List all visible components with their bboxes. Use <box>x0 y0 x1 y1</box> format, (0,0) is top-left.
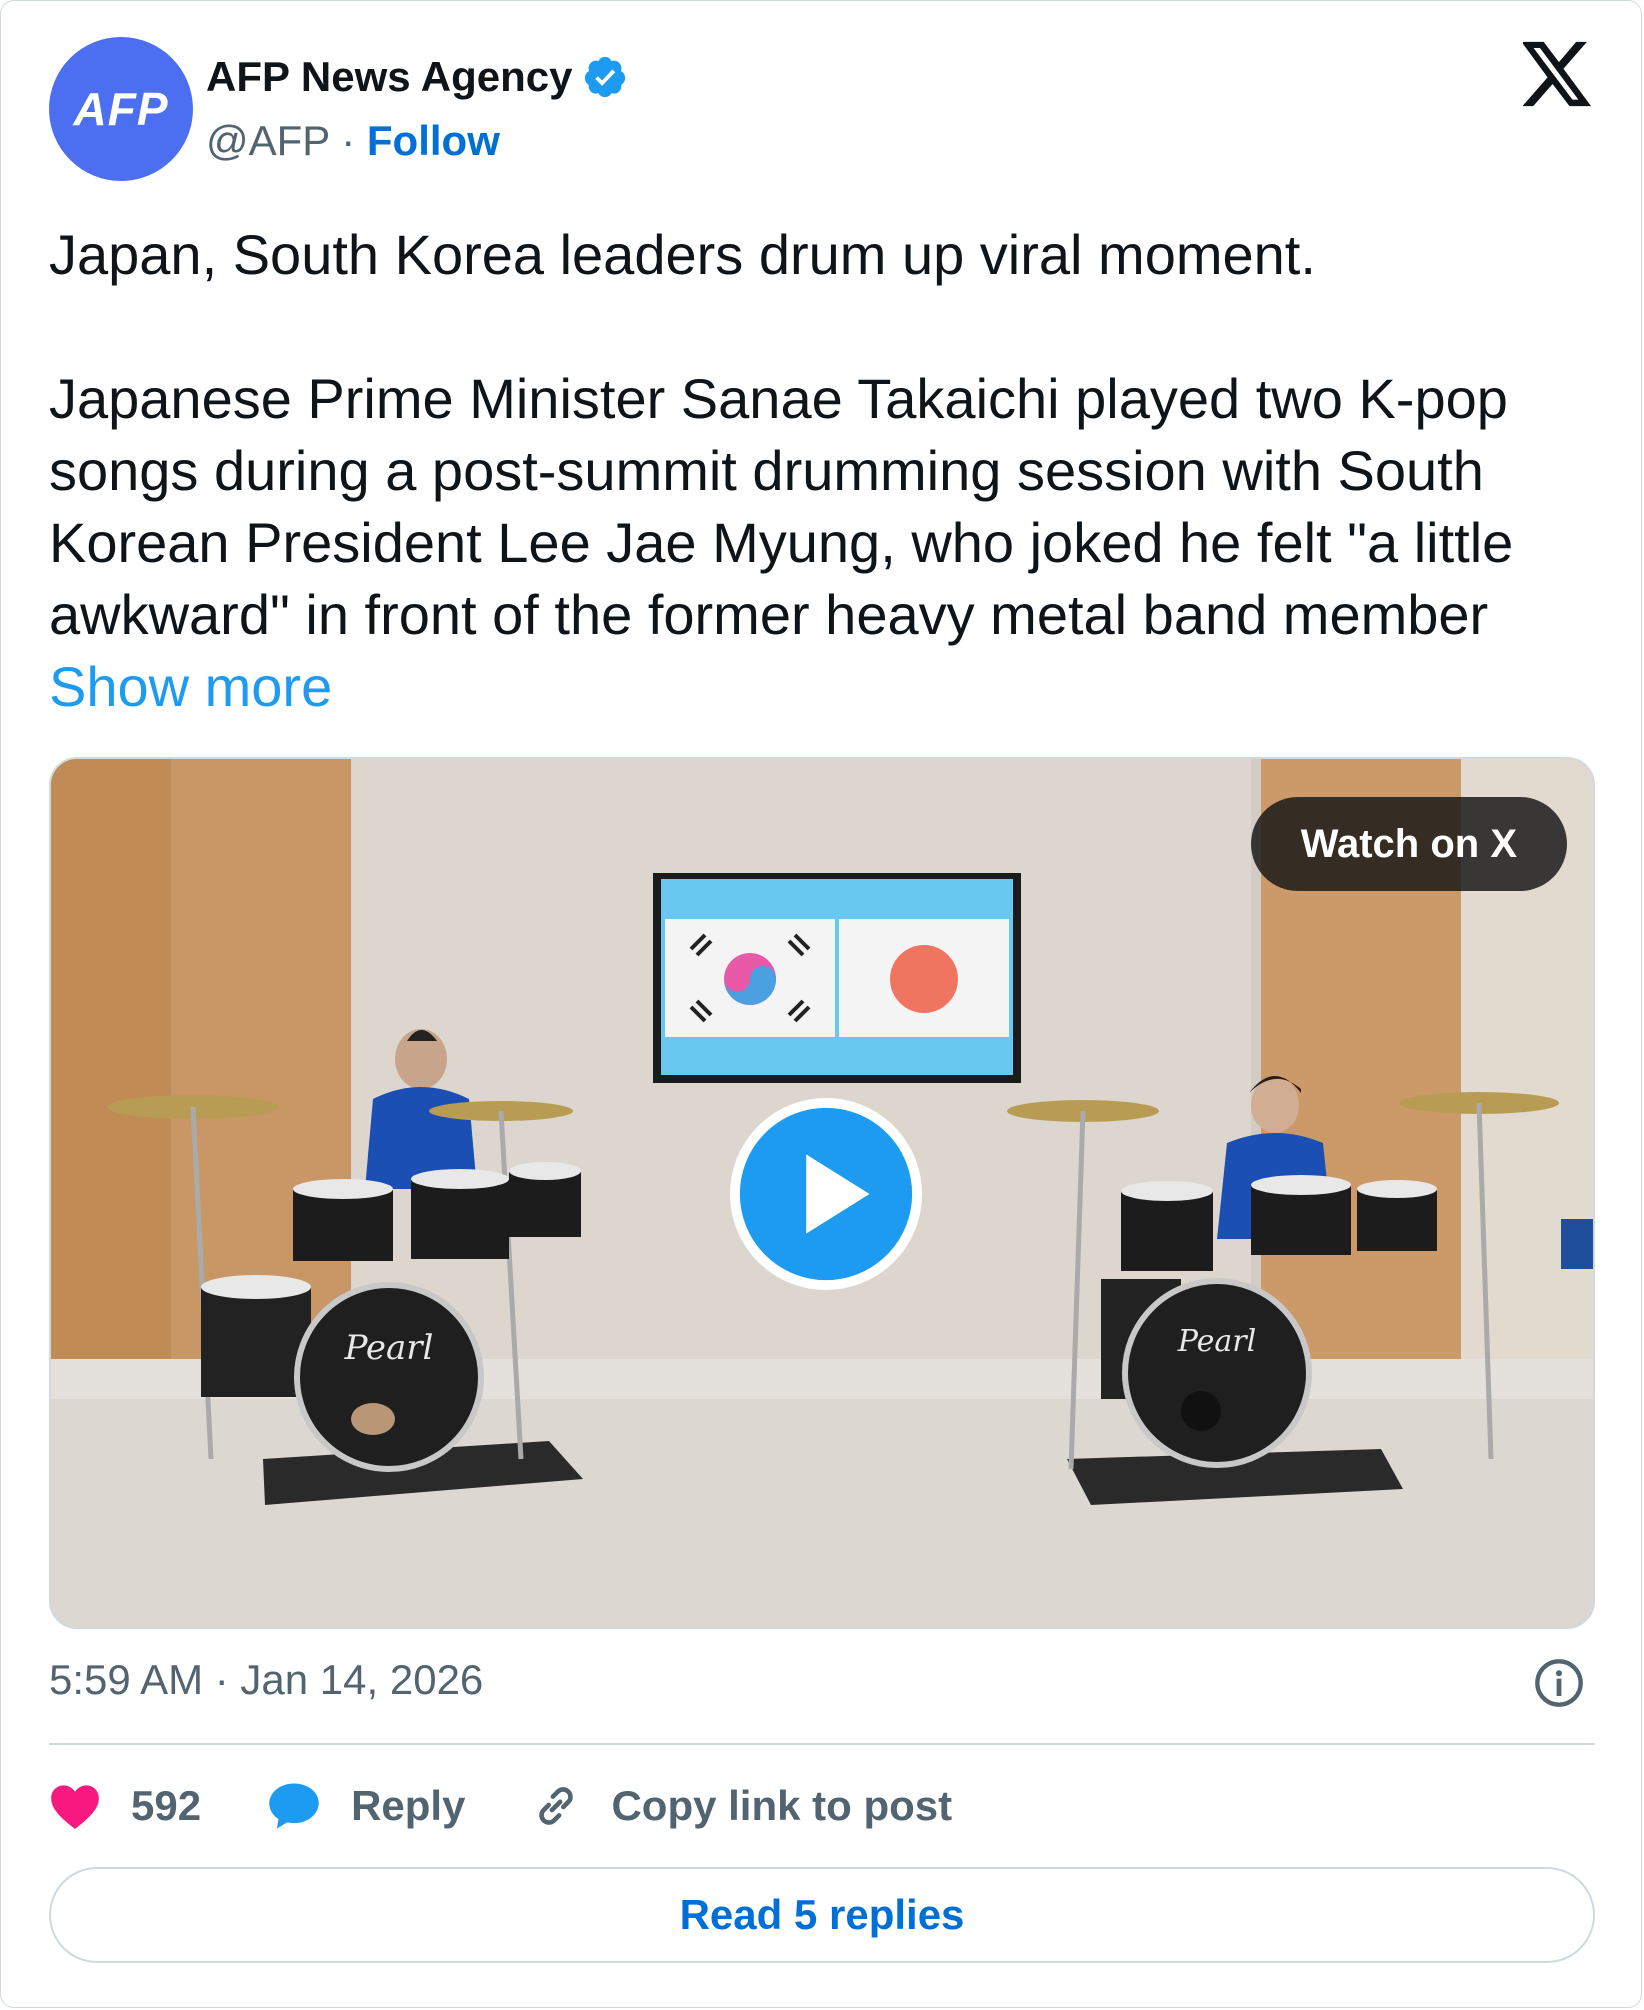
author-name-row[interactable]: AFP News Agency <box>206 53 628 101</box>
author-handle[interactable]: @AFP <box>206 117 330 164</box>
left-kit-brand: Pearl <box>344 1328 434 1368</box>
right-kit-brand: Pearl <box>1177 1324 1256 1359</box>
like-action[interactable]: 592 <box>49 1782 201 1830</box>
divider <box>49 1743 1595 1745</box>
tweet-headline: Japan, South Korea leaders drum up viral… <box>49 223 1316 286</box>
follow-button[interactable]: Follow <box>367 117 500 164</box>
post-timestamp[interactable]: 5:59 AM · Jan 14, 2026 <box>49 1656 483 1704</box>
reply-bubble-icon[interactable] <box>267 1781 321 1831</box>
show-more-link[interactable]: Show more <box>49 655 332 718</box>
author-handle-row: @AFP · Follow <box>206 117 500 165</box>
tweet-body-paragraph: Japanese Prime Minister Sanae Takaichi p… <box>49 363 1609 723</box>
tweet-body: Japanese Prime Minister Sanae Takaichi p… <box>49 367 1514 646</box>
handle-separator: · <box>329 117 367 164</box>
play-icon[interactable] <box>727 1095 925 1293</box>
x-logo-icon[interactable] <box>1523 41 1593 107</box>
tweet-text: Japan, South Korea leaders drum up viral… <box>49 219 1609 723</box>
action-bar: 592 Reply Copy link to post <box>49 1771 1018 1841</box>
info-icon[interactable] <box>1533 1657 1585 1709</box>
link-icon[interactable] <box>531 1781 581 1831</box>
like-count: 592 <box>131 1782 202 1829</box>
author-name[interactable]: AFP News Agency <box>206 53 572 101</box>
copy-link-action[interactable]: Copy link to post <box>531 1781 952 1831</box>
reply-action[interactable]: Reply <box>267 1781 465 1831</box>
copy-link-label[interactable]: Copy link to post <box>611 1782 952 1830</box>
watch-on-x-button[interactable]: Watch on X <box>1250 797 1567 891</box>
tweet-card: AFP AFP News Agency @AFP · Follow Japan,… <box>0 0 1642 2008</box>
heart-icon[interactable] <box>49 1782 101 1830</box>
verified-badge-icon <box>585 56 626 98</box>
video-thumbnail[interactable]: Pearl Pearl Watch on X <box>49 757 1595 1629</box>
avatar-text: AFP <box>73 83 169 135</box>
read-replies-button[interactable]: Read 5 replies <box>49 1867 1595 1963</box>
avatar[interactable]: AFP <box>49 37 193 181</box>
reply-label[interactable]: Reply <box>351 1782 465 1830</box>
